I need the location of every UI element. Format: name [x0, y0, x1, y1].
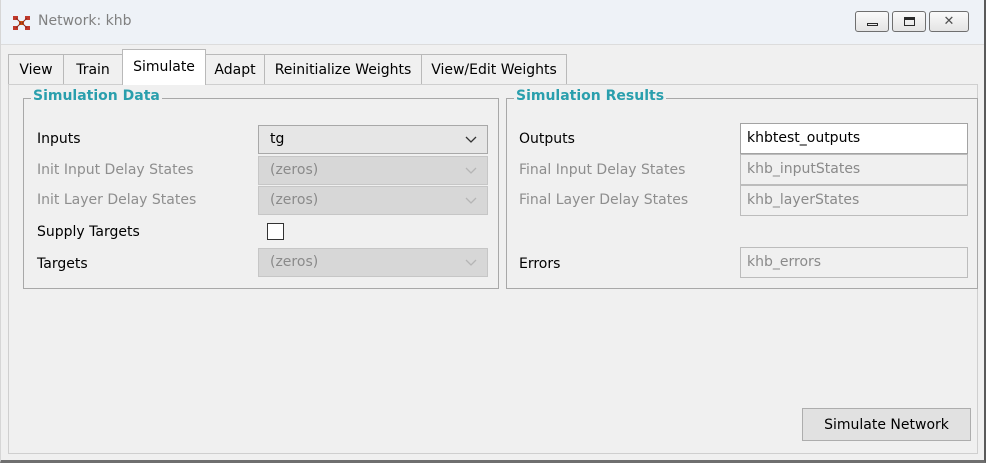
- simulation-data-title: Simulation Data: [31, 88, 162, 104]
- minimize-button[interactable]: [855, 11, 889, 32]
- final-input-delay-label: Final Input Delay States: [519, 162, 686, 178]
- final-layer-delay-label: Final Layer Delay States: [519, 192, 689, 208]
- window-title: Network: khb: [38, 13, 132, 29]
- init-layer-delay-label: Init Layer Delay States: [37, 192, 197, 208]
- supply-targets-label: Supply Targets: [37, 224, 140, 240]
- final-input-delay-field[interactable]: khb_inputStates: [740, 154, 968, 185]
- final-layer-delay-field[interactable]: khb_layerStates: [740, 185, 968, 216]
- tab-train[interactable]: Train: [63, 54, 123, 85]
- simulate-network-button[interactable]: Simulate Network: [802, 408, 971, 441]
- tab-view[interactable]: View: [8, 54, 64, 85]
- close-icon: ✕: [943, 14, 955, 29]
- targets-value: (zeros): [270, 254, 319, 270]
- targets-label: Targets: [37, 256, 88, 272]
- init-input-delay-value: (zeros): [270, 162, 319, 178]
- chevron-down-icon: [465, 136, 477, 143]
- init-layer-delay-value: (zeros): [270, 192, 319, 208]
- chevron-down-icon: [465, 197, 477, 204]
- outputs-label: Outputs: [519, 131, 575, 147]
- inputs-label: Inputs: [37, 131, 81, 147]
- inputs-value: tg: [270, 131, 285, 147]
- inputs-select[interactable]: tg: [258, 125, 488, 154]
- close-button[interactable]: ✕: [929, 11, 969, 32]
- network-window: Network: khb ✕ View Train Simulate Adapt…: [0, 0, 986, 463]
- chevron-down-icon: [465, 167, 477, 174]
- tab-adapt[interactable]: Adapt: [205, 54, 265, 85]
- outputs-field[interactable]: khbtest_outputs: [740, 123, 968, 154]
- maximize-button[interactable]: [892, 11, 926, 32]
- errors-label: Errors: [519, 256, 561, 272]
- minimize-icon: [866, 23, 878, 26]
- init-layer-delay-select[interactable]: (zeros): [258, 186, 488, 215]
- simulation-results-title: Simulation Results: [514, 88, 667, 104]
- chevron-down-icon: [465, 259, 477, 266]
- supply-targets-checkbox[interactable]: [267, 223, 284, 240]
- tab-reinitialize-weights[interactable]: Reinitialize Weights: [264, 54, 422, 85]
- init-input-delay-select[interactable]: (zeros): [258, 156, 488, 185]
- targets-select[interactable]: (zeros): [258, 248, 488, 277]
- title-bar[interactable]: Network: khb ✕: [1, 0, 984, 45]
- maximize-icon: [903, 17, 915, 26]
- init-input-delay-label: Init Input Delay States: [37, 162, 194, 178]
- tab-simulate[interactable]: Simulate: [122, 49, 206, 85]
- errors-field[interactable]: khb_errors: [740, 247, 968, 278]
- network-icon: [13, 16, 30, 30]
- tab-view-edit-weights[interactable]: View/Edit Weights: [421, 54, 567, 85]
